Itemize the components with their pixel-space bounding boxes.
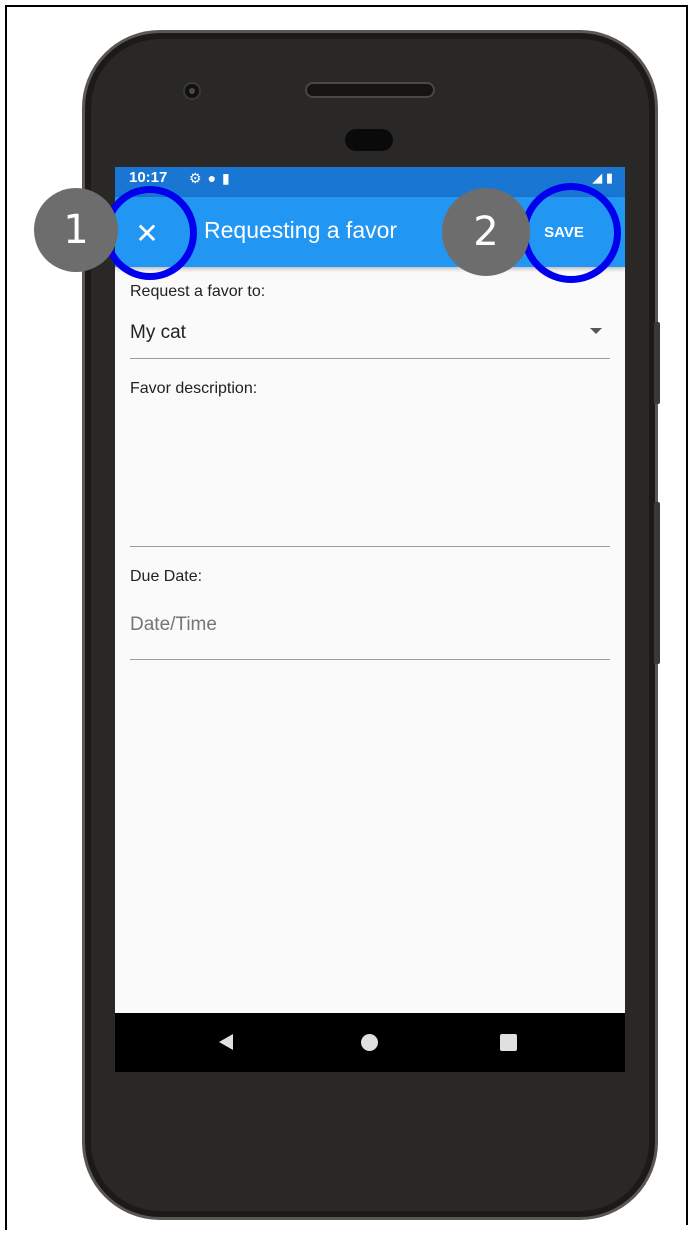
figure-frame-right-edge	[686, 5, 688, 1225]
annotation-badge-1: 1	[34, 188, 118, 272]
request-favor-dropdown[interactable]: My cat	[130, 314, 610, 359]
alert-icon: ●	[207, 170, 223, 186]
status-icons: ⚙●▮	[189, 170, 236, 187]
annotation-badge-2: 2	[442, 188, 530, 276]
annotation-ring-save	[521, 183, 621, 283]
sd-card-icon: ▮	[222, 170, 236, 186]
status-right-icons: ◢ ▮	[592, 170, 613, 186]
request-favor-label: Request a favor to:	[130, 283, 266, 300]
favor-description-field[interactable]	[130, 407, 610, 547]
signal-icon: ◢	[592, 170, 603, 185]
volume-button	[654, 322, 660, 404]
due-date-field[interactable]: Date/Time	[130, 603, 610, 660]
power-button	[654, 502, 660, 664]
status-time: 10:17	[129, 169, 168, 186]
battery-icon: ▮	[605, 170, 613, 185]
request-favor-value: My cat	[130, 322, 186, 343]
gear-icon: ⚙	[189, 170, 208, 186]
dropdown-arrow-icon	[590, 328, 602, 334]
back-icon[interactable]	[219, 1034, 233, 1050]
due-date-label: Due Date:	[130, 568, 203, 585]
proximity-sensor	[345, 129, 393, 151]
due-date-placeholder: Date/Time	[130, 614, 217, 635]
favor-description-label: Favor description:	[130, 380, 258, 397]
home-icon[interactable]	[361, 1034, 378, 1051]
navigation-bar	[115, 1013, 625, 1072]
phone-screen: 10:17 ⚙●▮ ◢ ▮ ✕ Requesting a favor SAVE …	[115, 167, 625, 1072]
recent-apps-icon[interactable]	[500, 1034, 517, 1051]
earpiece-speaker	[305, 82, 435, 98]
page-title: Requesting a favor	[204, 217, 398, 243]
front-camera-icon	[183, 82, 201, 100]
